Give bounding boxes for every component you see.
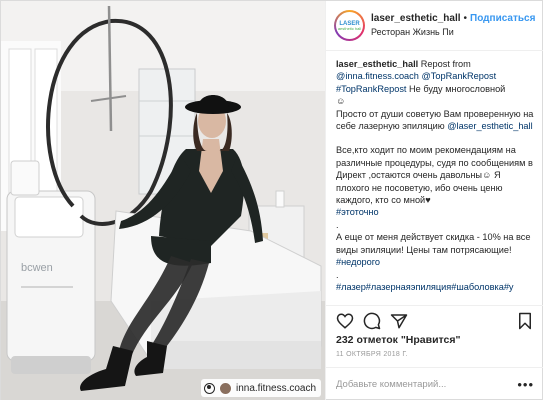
- actions-divider: [326, 305, 543, 306]
- likes-quote: "Нравится": [400, 334, 461, 346]
- hashtag-nedorogo[interactable]: #недорого: [336, 257, 380, 267]
- device-brand-text: bcwen: [21, 262, 53, 274]
- caption-para2: Все,кто ходит по моим рекомендациям на р…: [336, 144, 536, 218]
- tag-avatar: [219, 381, 232, 395]
- smile-emoji: ☺: [336, 96, 346, 107]
- avatar-logo-line2: aesthetic hall: [337, 25, 362, 31]
- post-photo[interactable]: bcwen inna.fitness.coach: [1, 1, 325, 400]
- photo-illustration: bcwen: [1, 1, 325, 400]
- comment-input[interactable]: Добавьте комментарий...: [336, 379, 446, 390]
- post-details-panel: LASER aesthetic hall laser_esthetic_hall…: [325, 1, 543, 400]
- caption-dot: .: [336, 219, 339, 230]
- caption-para3-text: А еще от меня действует скидка - 10% на …: [336, 232, 534, 255]
- caption-hashtags[interactable]: #лазер#лазернаяэпиляция#шаболовка#у: [336, 281, 536, 293]
- profile-avatar[interactable]: LASER aesthetic hall: [334, 10, 365, 41]
- mention-toprank[interactable]: @TopRankRepost: [421, 71, 496, 81]
- tag-username: inna.fitness.coach: [236, 382, 317, 394]
- share-icon[interactable]: [390, 312, 408, 330]
- post-caption: laser_esthetic_hall Repost from @inna.fi…: [336, 58, 536, 302]
- caption-username[interactable]: laser_esthetic_hall: [336, 59, 418, 69]
- likes-text: отметок: [353, 334, 401, 346]
- header-username[interactable]: laser_esthetic_hall: [371, 13, 461, 26]
- caption-dot-2: .: [336, 269, 339, 280]
- caption-line-after: Не буду многословной: [406, 83, 506, 94]
- likes-count[interactable]: 232 отметок "Нравится": [336, 334, 461, 346]
- follow-button[interactable]: Подписаться: [470, 13, 535, 26]
- comment-bar: Добавьте комментарий... •••: [326, 367, 543, 400]
- caption-para2-text: Все,кто ходит по моим рекомендациям на р…: [336, 145, 536, 206]
- person-tag-icon: [204, 382, 215, 394]
- mention-inna[interactable]: @inna.fitness.coach: [336, 71, 419, 81]
- location-link[interactable]: Ресторан Жизнь Пи: [371, 27, 535, 38]
- user-tag-overlay[interactable]: inna.fitness.coach: [201, 379, 322, 397]
- instagram-post: bcwen inna.fitness.coach LASER aesthetic…: [0, 0, 543, 400]
- mention-laser-esthetic[interactable]: @laser_esthetic_hall: [447, 121, 532, 131]
- bookmark-icon[interactable]: [516, 312, 534, 330]
- hashtag-etotochno[interactable]: #этоточно: [336, 207, 379, 217]
- post-header: LASER aesthetic hall laser_esthetic_hall…: [326, 1, 543, 51]
- caption-para3: А еще от меня действует скидка - 10% на …: [336, 231, 536, 268]
- hashtag-toprankrepost[interactable]: #TopRankRepost: [336, 84, 406, 94]
- header-separator: •: [463, 12, 468, 24]
- action-bar: [336, 310, 536, 330]
- caption-repost-from: Repost from: [418, 59, 474, 69]
- heart-icon[interactable]: [336, 312, 354, 330]
- avatar-logo: LASER aesthetic hall: [336, 12, 363, 39]
- header-row: laser_esthetic_hall • Подписаться: [371, 13, 535, 26]
- header-text: laser_esthetic_hall • Подписаться Рестор…: [371, 13, 535, 39]
- caption-intro: laser_esthetic_hall Repost from @inna.fi…: [336, 58, 536, 108]
- caption-para1: Просто от души советую Вам проверенную н…: [336, 108, 536, 133]
- more-options-icon[interactable]: •••: [517, 377, 534, 392]
- comment-icon[interactable]: [363, 312, 381, 330]
- likes-number: 232: [336, 334, 354, 346]
- post-date: 11 ОКТЯБРЯ 2018 Г.: [336, 351, 408, 358]
- caption-gap: [336, 132, 536, 144]
